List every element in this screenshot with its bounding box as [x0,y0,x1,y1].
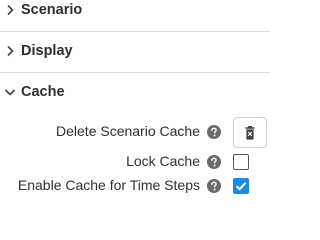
section-header-display[interactable]: Display [0,31,270,71]
lock-cache-row: Lock Cache [0,152,270,172]
lock-cache-checkbox[interactable] [233,154,249,170]
section-header-scenario[interactable]: Scenario [0,0,270,30]
section-label: Scenario [21,2,83,18]
chevron-right-icon [7,4,14,16]
section-header-cache[interactable]: Cache [0,72,270,112]
help-circle-icon[interactable] [207,179,221,193]
delete-cache-button[interactable] [233,117,267,148]
delete-cache-label: Delete Scenario Cache [56,123,200,139]
section-label: Cache [21,84,65,100]
delete-forever-icon [245,126,255,140]
help-circle-icon[interactable] [207,125,221,139]
help-circle-icon[interactable] [207,155,221,169]
enable-cache-row: Enable Cache for Time Steps [0,176,270,196]
section-label: Display [21,43,73,59]
checkmark-icon [235,181,246,191]
delete-cache-row: Delete Scenario Cache [0,122,270,142]
lock-cache-label: Lock Cache [126,153,200,169]
chevron-right-icon [7,45,14,57]
enable-cache-label: Enable Cache for Time Steps [17,177,200,193]
chevron-down-icon [4,89,16,96]
enable-cache-checkbox[interactable] [233,178,249,194]
